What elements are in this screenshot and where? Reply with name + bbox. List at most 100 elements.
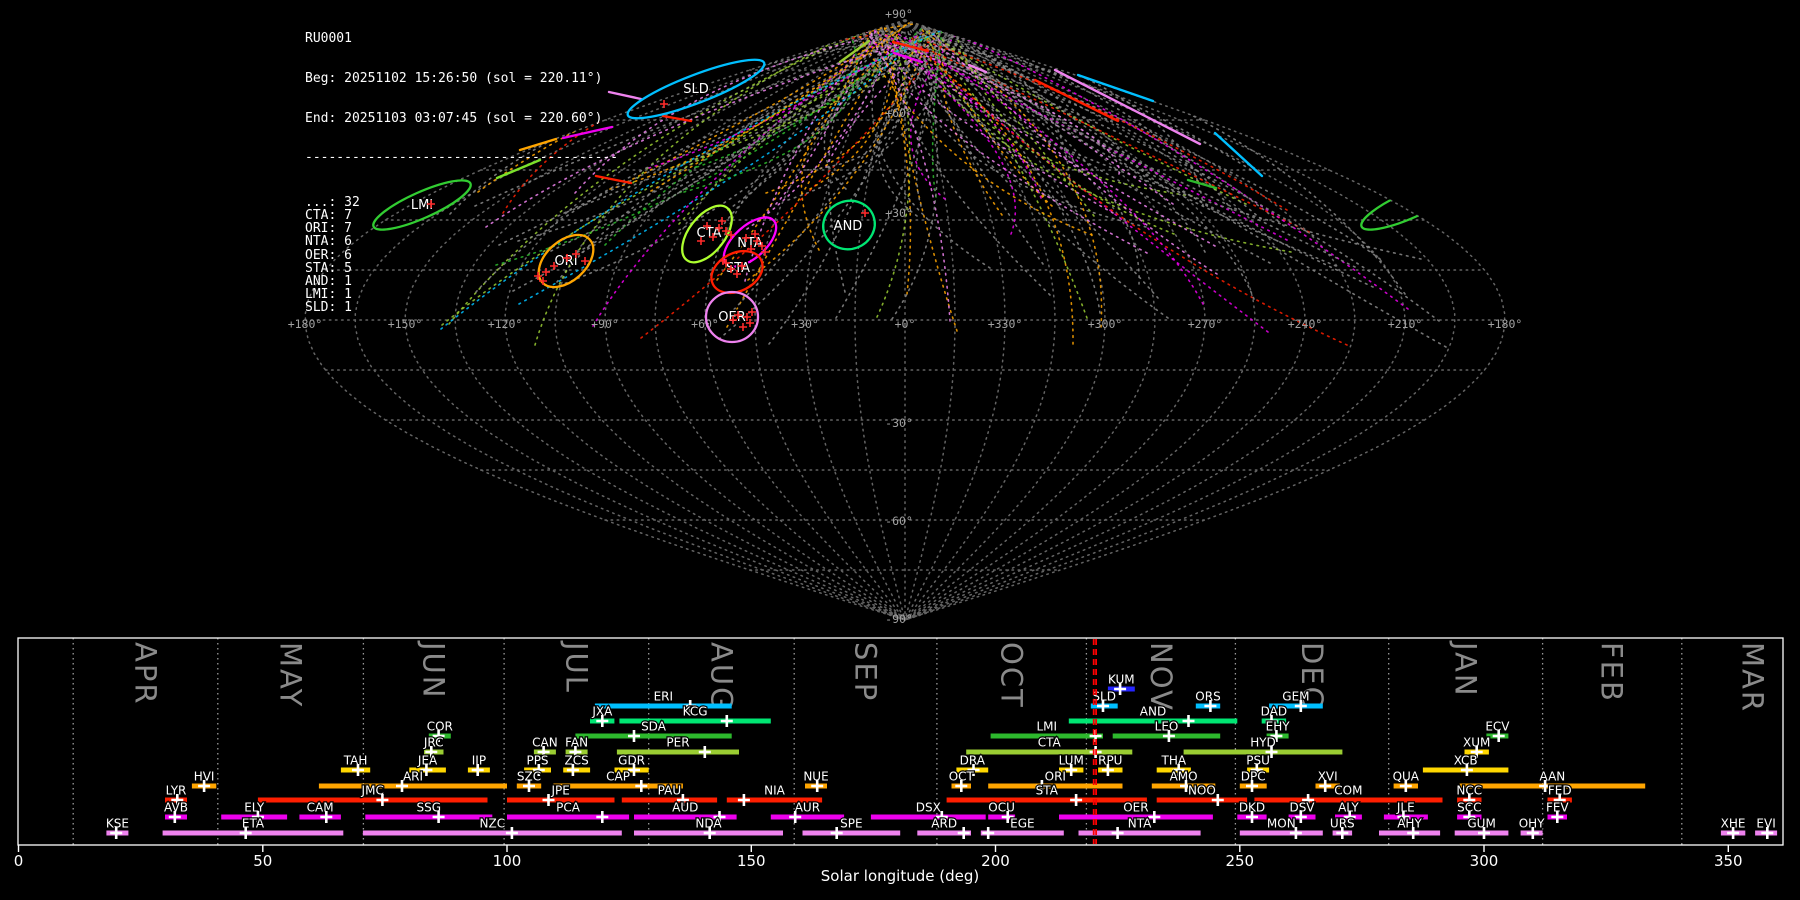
bar-label-ARD: ARD [931, 817, 957, 831]
activity-bar-SPE [802, 830, 901, 836]
x-tick-label: 100 [493, 852, 522, 870]
lon-label: +330° [988, 317, 1023, 331]
month-label-JUL: JUL [559, 640, 593, 694]
bar-label-GDR: GDR [618, 754, 645, 768]
lat-label: -90° [885, 612, 913, 626]
bar-label-CAP: CAP [606, 770, 630, 784]
activity-bar-ERI [594, 703, 732, 709]
bar-peak-EGE [982, 827, 995, 839]
app-root: RU0001 Beg: 20251102 15:26:50 (sol = 220… [0, 0, 1800, 900]
bar-label-EHY: EHY [1266, 720, 1291, 734]
month-label-APR: APR [129, 642, 163, 705]
lon-label: +30° [791, 317, 819, 331]
lon-label: +210° [1388, 317, 1423, 331]
bar-peak-NTA [1111, 827, 1124, 839]
bar-label-SPE: SPE [840, 817, 862, 831]
meteor-track [940, 38, 1381, 260]
bar-label-ORI: ORI [1045, 770, 1066, 784]
month-label-SEP: SEP [849, 642, 883, 702]
bar-peak-PCA [596, 811, 609, 823]
header-separator: ---------------------------------------- [305, 150, 619, 166]
shower-count-list: ...: 32 CTA: 7 ORI: 7 NTA: 6 OER: 6 STA: 5 AND… [305, 196, 618, 315]
radiant-map-and-timeline-plot: +180° +150° +120° +90° +60° +30° +0° +330° +300°… [14, 7, 1784, 885]
observation-header: RU0001 Beg: 20251102 15:26:50 (sol = 220… [305, 6, 618, 341]
shower-count-NTA: NTA: 6 [305, 234, 352, 250]
bar-label-AAN: AAN [1540, 770, 1566, 784]
meteor-track [908, 34, 1348, 346]
bar-label-JMC: JMC [361, 784, 384, 798]
bar-label-JRC: JRC [423, 736, 444, 750]
bar-peak-SDA [628, 730, 640, 742]
bar-label-PAU: PAU [658, 784, 681, 798]
meteor-track [857, 22, 1159, 299]
bar-label-PCA: PCA [556, 801, 581, 815]
bar-label-JLE: JLE [1396, 801, 1415, 815]
activity-bar-SSG [365, 814, 493, 820]
bar-label-MON: MON [1267, 817, 1296, 831]
radiant-wrapped [1360, 179, 1460, 231]
x-tick-label: 0 [14, 852, 24, 870]
bar-label-CAM: CAM [307, 801, 334, 815]
bar-label-KCG: KCG [683, 705, 708, 719]
lat-label: -30° [885, 416, 913, 430]
x-tick-label: 200 [981, 852, 1010, 870]
radiant-label-AND: AND [834, 219, 863, 234]
month-label-OCT: OCT [995, 642, 1029, 709]
lon-label: +180° [1488, 317, 1523, 331]
bar-peak-KCG [720, 715, 733, 727]
lat-label: +30° [885, 206, 913, 220]
x-tick-label: 350 [1714, 852, 1743, 870]
month-label-MAY: MAY [274, 642, 308, 708]
bar-label-SDA: SDA [641, 720, 667, 734]
meteor-track [609, 22, 910, 190]
meteor-track [920, 25, 1233, 211]
bar-label-STA: STA [1036, 784, 1059, 798]
month-label-NOV: NOV [1144, 642, 1178, 712]
bar-label-GEM: GEM [1282, 690, 1309, 704]
activity-bar-ARI [318, 783, 507, 789]
activity-bar-PCA [507, 814, 630, 820]
activity-bar-DSX [870, 814, 986, 820]
month-label-MAR: MAR [1736, 642, 1770, 713]
radiant-label-SLD: SLD [683, 82, 709, 97]
activity-bar-CAM [299, 814, 341, 820]
bar-peak-AND [1182, 715, 1195, 727]
bar-label-ELY: ELY [244, 801, 265, 815]
bar-label-NZC: NZC [480, 817, 506, 831]
meteor-trail [1186, 178, 1218, 190]
bar-label-NIA: NIA [764, 784, 786, 798]
meteor-track [853, 38, 1422, 260]
bar-label-COM: COM [1334, 784, 1362, 798]
bar-peak-PER [698, 746, 711, 758]
activity-bar-NOO [1156, 797, 1248, 803]
bar-label-LMI: LMI [1037, 720, 1058, 734]
bar-label-AND: AND [1140, 705, 1166, 719]
begin-time: Beg: 20251102 15:26:50 (sol = 220.11°) [305, 71, 603, 87]
bar-peak-CAP [635, 780, 648, 792]
lon-label: +300° [1088, 317, 1123, 331]
lon-label: +0° [895, 317, 916, 331]
bar-label-AUD: AUD [672, 801, 698, 815]
activity-bar-STA [946, 797, 1147, 803]
month-label-JUN: JUN [417, 640, 451, 699]
bar-label-ARI: ARI [403, 770, 423, 784]
activity-bar-SDA [575, 733, 732, 739]
station-id: RU0001 [305, 31, 352, 47]
bar-peak-NIA [737, 794, 750, 806]
month-label-AUG: AUG [705, 642, 739, 712]
bar-label-CAN: CAN [532, 736, 558, 750]
shower-count-SLD: SLD: 1 [305, 300, 352, 316]
x-tick-label: 250 [1225, 852, 1254, 870]
bar-label-AHY: AHY [1397, 817, 1422, 831]
bar-label-XVI: XVI [1318, 770, 1338, 784]
radiant-ellipse- [1360, 179, 1460, 231]
bar-label-ERI: ERI [654, 690, 673, 704]
bar-label-OCU: OCU [988, 801, 1015, 815]
activity-bar-MON [1239, 830, 1323, 836]
bar-peak-NZC [505, 827, 518, 839]
bar-label-CTA: CTA [1038, 736, 1062, 750]
x-tick-label: 300 [1470, 852, 1499, 870]
shower-count-OER: OER: 6 [305, 247, 352, 263]
end-time: End: 20251103 03:07:45 (sol = 220.60°) [305, 110, 603, 126]
bar-label-ORS: ORS [1195, 690, 1220, 704]
